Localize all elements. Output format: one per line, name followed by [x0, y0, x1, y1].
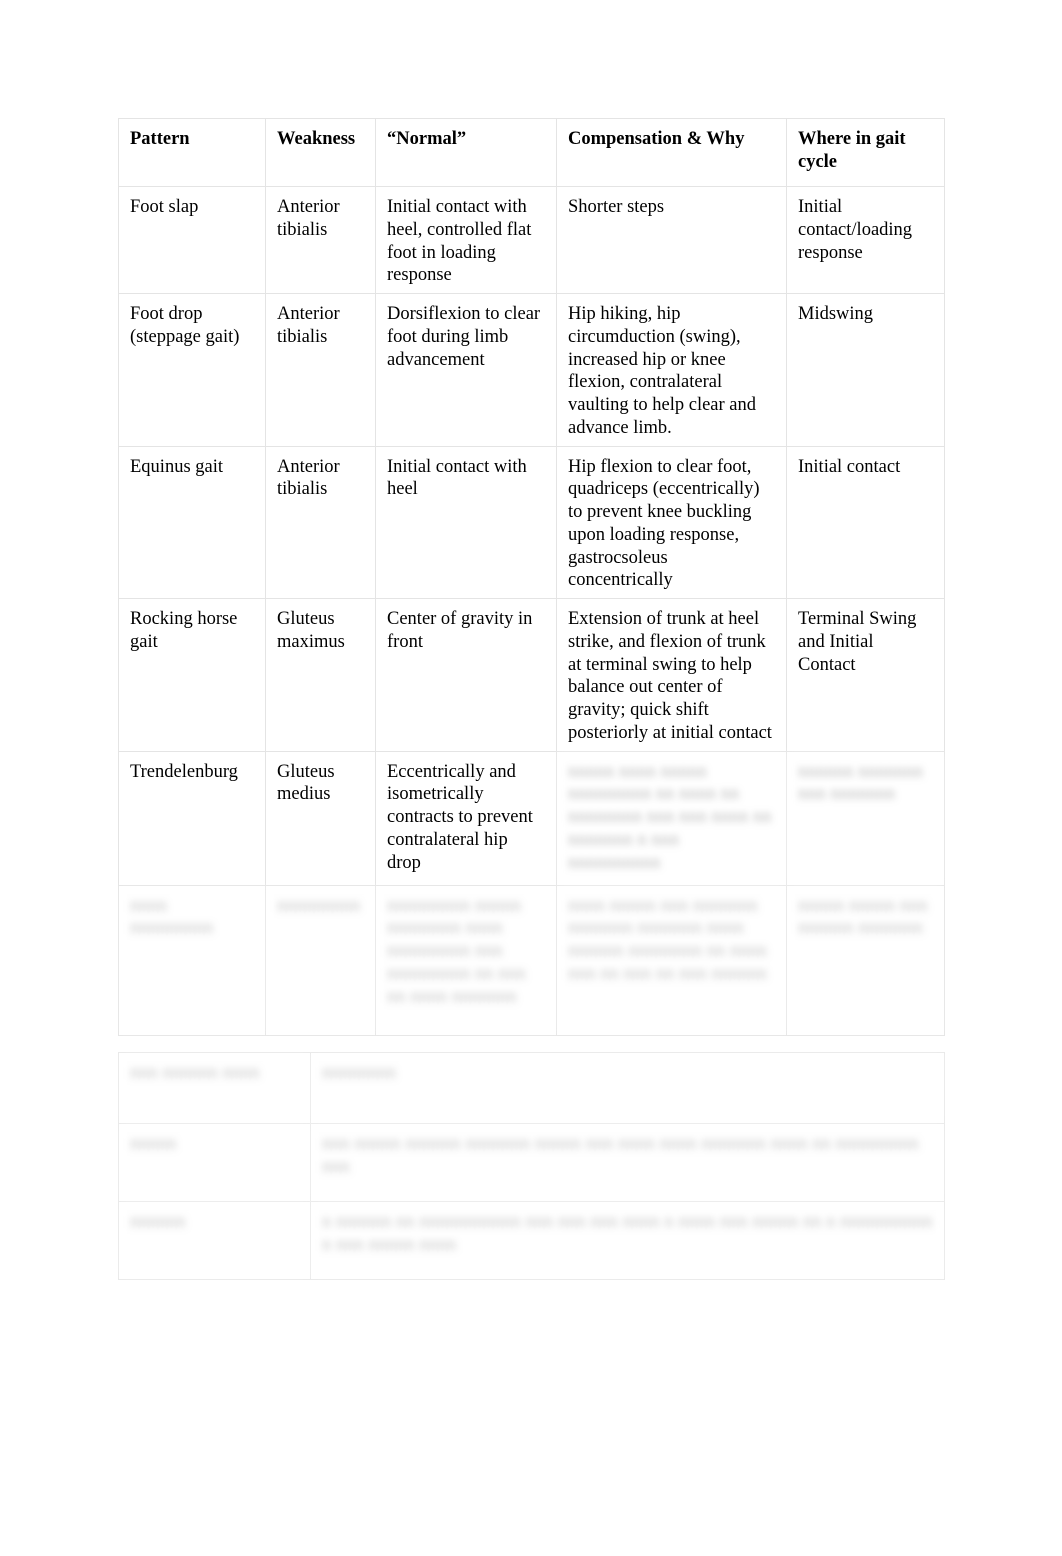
- cell-pattern: Foot slap: [118, 186, 266, 294]
- sub-cell-label: nnnnnn: [118, 1201, 311, 1280]
- cell-pattern: Equinus gait: [118, 445, 266, 599]
- table-row: Trendelenburg Gluteus medius Eccentrical…: [118, 750, 945, 886]
- cell-normal-illegible: nnnnnnnnn nnnnn nnnnnnnn nnnn nnnnnnnnn …: [375, 884, 557, 1036]
- sub-column-header-description: nnnnnnnn: [310, 1052, 945, 1124]
- table-row: Equinus gait Anterior tibialis Initial c…: [118, 445, 945, 599]
- sub-cell-description: n nnnnnn nn nnnnnnnnnnn nnn nnn nnn nnnn…: [310, 1201, 945, 1280]
- cell-gait-cycle: Terminal Swing and Initial Contact: [786, 598, 945, 752]
- cell-weakness: Gluteus medius: [265, 750, 376, 886]
- sub-table-row: nnnnn nnn nnnnn nnnnnn nnnnnnn nnnnn nnn…: [118, 1123, 945, 1202]
- column-header-gait-cycle: Where in gait cycle: [786, 118, 945, 187]
- cell-compensation: Hip hiking, hip circumduction (swing), i…: [556, 293, 787, 447]
- sub-table-header-row: nnn nnnnnn nnnn nnnnnnnn: [118, 1052, 945, 1124]
- cell-normal: Dorsiflexion to clear foot during limb a…: [375, 293, 557, 447]
- cell-pattern-illegible: nnnn nnnnnnnnn: [118, 884, 266, 1036]
- cell-compensation: Extension of trunk at heel strike, and f…: [556, 598, 787, 752]
- sub-table-container: nnn nnnnnn nnnn nnnnnnnn nnnnn nnn nnnnn…: [118, 1052, 945, 1280]
- cell-gait-cycle-illegible: nnnnnn nnnnnnn nnn nnnnnnn: [786, 750, 945, 886]
- cell-normal: Initial contact with heel: [375, 445, 557, 599]
- cell-weakness: Anterior tibialis: [265, 186, 376, 294]
- table-row: Foot drop (steppage gait) Anterior tibia…: [118, 293, 945, 447]
- cell-weakness-illegible: nnnnnnnnn: [265, 884, 376, 1036]
- cell-compensation-illegible: nnnnn nnnn nnnnn nnnnnnnnn nn nnnn nn nn…: [556, 750, 787, 886]
- table-row: Rocking horse gait Gluteus maximus Cente…: [118, 598, 945, 752]
- cell-pattern: Foot drop (steppage gait): [118, 293, 266, 447]
- cell-compensation: Shorter steps: [556, 186, 787, 294]
- column-header-normal: “Normal”: [375, 118, 557, 187]
- cell-normal: Eccentrically and isometrically contract…: [375, 750, 557, 886]
- document-page: Pattern Weakness “Normal” Compensation &…: [0, 0, 1062, 1556]
- cell-gait-cycle: Initial contact/loading response: [786, 186, 945, 294]
- main-table-container: Pattern Weakness “Normal” Compensation &…: [118, 118, 945, 1036]
- table-header-row: Pattern Weakness “Normal” Compensation &…: [118, 118, 945, 187]
- cell-pattern: Rocking horse gait: [118, 598, 266, 752]
- sub-cell-label: nnnnn: [118, 1123, 311, 1202]
- cell-gait-cycle-illegible: nnnnn nnnnn nnn nnnnnn nnnnnnn: [786, 884, 945, 1036]
- table-row: nnnn nnnnnnnnn nnnnnnnnn nnnnnnnnn nnnnn…: [118, 884, 945, 1036]
- secondary-reference-table: nnn nnnnnn nnnn nnnnnnnn nnnnn nnn nnnnn…: [118, 1052, 945, 1280]
- sub-table-row: nnnnnn n nnnnnn nn nnnnnnnnnnn nnn nnn n…: [118, 1201, 945, 1280]
- cell-weakness: Gluteus maximus: [265, 598, 376, 752]
- sub-cell-description: nnn nnnnn nnnnnn nnnnnnn nnnnn nnn nnnn …: [310, 1123, 945, 1202]
- cell-weakness: Anterior tibialis: [265, 445, 376, 599]
- column-header-pattern: Pattern: [118, 118, 266, 187]
- gait-deviation-patterns-table: Pattern Weakness “Normal” Compensation &…: [118, 118, 945, 1036]
- cell-pattern: Trendelenburg: [118, 750, 266, 886]
- cell-normal: Center of gravity in front: [375, 598, 557, 752]
- table-row: Foot slap Anterior tibialis Initial cont…: [118, 186, 945, 294]
- sub-column-header-label: nnn nnnnnn nnnn: [118, 1052, 311, 1124]
- cell-compensation-illegible: nnnn nnnnn nnn nnnnnnn nnnnnnn nnnnnnn n…: [556, 884, 787, 1036]
- cell-gait-cycle: Midswing: [786, 293, 945, 447]
- cell-gait-cycle: Initial contact: [786, 445, 945, 599]
- column-header-compensation: Compensation & Why: [556, 118, 787, 187]
- cell-weakness: Anterior tibialis: [265, 293, 376, 447]
- cell-compensation: Hip flexion to clear foot, quadriceps (e…: [556, 445, 787, 599]
- column-header-weakness: Weakness: [265, 118, 376, 187]
- cell-normal: Initial contact with heel, controlled fl…: [375, 186, 557, 294]
